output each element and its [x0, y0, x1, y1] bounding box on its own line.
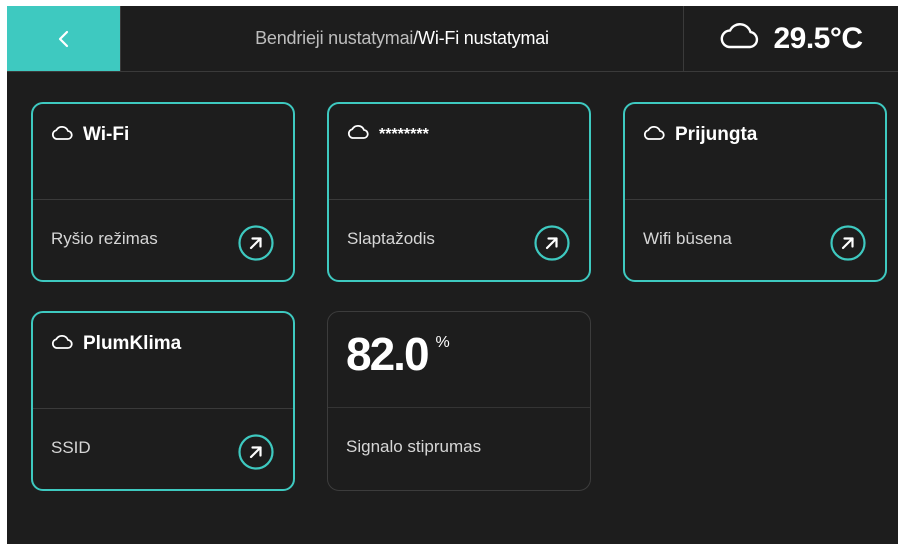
- card-value: Wi-Fi: [83, 124, 130, 145]
- signal-unit: %: [435, 334, 450, 351]
- card-value-row: Prijungta: [643, 124, 757, 146]
- arrow-up-right-icon[interactable]: [533, 224, 571, 262]
- card-value-area: 82.0 %: [328, 312, 590, 408]
- breadcrumb: Bendrieji nustatymai / Wi-Fi nustatymai: [121, 6, 683, 71]
- card-label: Ryšio režimas: [51, 229, 158, 248]
- card-value-area: PlumKlima: [33, 313, 293, 409]
- card-signal-strength: 82.0 % Signalo stiprumas: [327, 311, 591, 491]
- card-value: Prijungta: [675, 124, 758, 145]
- card-value-area: ********: [329, 104, 589, 200]
- card-label: Slaptažodis: [347, 229, 435, 248]
- card-value-row: PlumKlima: [51, 333, 181, 355]
- cloud-icon: [719, 22, 759, 55]
- card-label: SSID: [51, 438, 91, 457]
- card-label: Wifi būsena: [643, 229, 732, 248]
- card-label: Signalo stiprumas: [346, 437, 482, 456]
- card-value: PlumKlima: [83, 333, 182, 354]
- card-value-area: Prijungta: [625, 104, 885, 200]
- card-value-area: Wi-Fi: [33, 104, 293, 200]
- signal-value: 82.0: [346, 328, 430, 380]
- signal-value-row: 82.0 %: [346, 330, 450, 378]
- cloud-icon: [347, 124, 369, 145]
- back-button[interactable]: [7, 6, 120, 71]
- cloud-icon: [51, 334, 73, 355]
- card-password[interactable]: ******** Slaptažodis: [327, 102, 591, 282]
- card-connection-mode[interactable]: Wi-Fi Ryšio režimas: [31, 102, 295, 282]
- card-value: ********: [379, 125, 429, 143]
- card-value-row: ********: [347, 124, 429, 145]
- arrow-up-right-icon[interactable]: [237, 433, 275, 471]
- card-value-row: Wi-Fi: [51, 124, 129, 146]
- arrow-up-right-icon[interactable]: [829, 224, 867, 262]
- cloud-icon: [643, 125, 665, 146]
- card-ssid[interactable]: PlumKlima SSID: [31, 311, 295, 491]
- chevron-left-icon: [57, 29, 71, 49]
- cloud-icon: [51, 125, 73, 146]
- screen: Bendrieji nustatymai / Wi-Fi nustatymai 29…: [7, 6, 898, 544]
- arrow-up-right-icon[interactable]: [237, 224, 275, 262]
- card-wifi-status[interactable]: Prijungta Wifi būsena: [623, 102, 887, 282]
- breadcrumb-parent[interactable]: Bendrieji nustatymai: [255, 28, 413, 49]
- header: Bendrieji nustatymai / Wi-Fi nustatymai 29…: [7, 6, 898, 72]
- breadcrumb-current: Wi-Fi nustatymai: [418, 28, 549, 48]
- weather-widget: 29.5°C: [684, 6, 898, 71]
- temperature-value: 29.5°C: [773, 21, 863, 55]
